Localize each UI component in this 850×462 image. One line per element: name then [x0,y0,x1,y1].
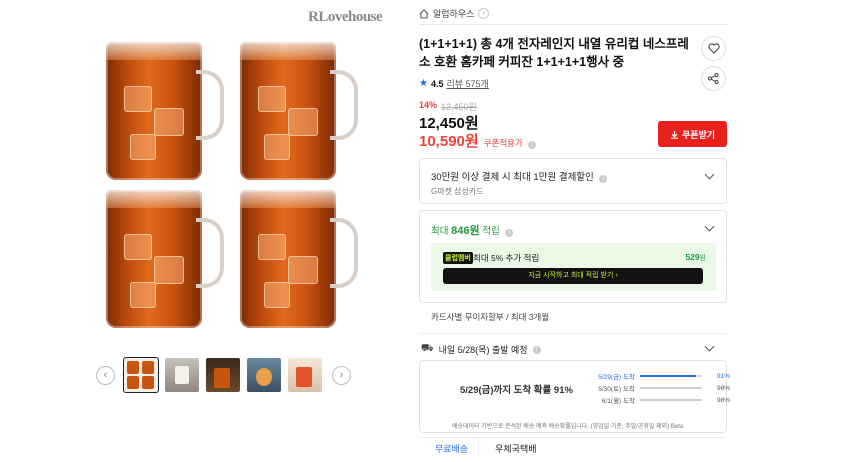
rating-score: 4.5 [430,78,444,89]
divider [419,333,727,334]
gallery-next-button[interactable]: › [332,366,351,385]
thumbnail-2[interactable] [165,358,199,392]
coupon-price-row: 10,590원 쿠폰적용가 i [419,130,536,151]
wishlist-button[interactable] [701,36,726,61]
shipping-header: ⛟ 내일 5/28(목) 출발 예정 i [421,343,541,356]
coupon-download-button[interactable]: 쿠폰받기 [658,121,727,147]
store-name: 알럽하우스 [433,9,475,19]
points-title: 최대 846원 적립 i [431,222,514,238]
club-badge: 클럽멤버 [443,252,473,264]
points-box: 최대 846원 적립 i 클럽멤버 최대 5% 추가 적립 529원 지금 시작… [419,210,727,303]
info-icon[interactable]: i [505,229,514,237]
home-icon [419,8,429,18]
coupon-price-label: 쿠폰적용가 [483,138,523,148]
share-icon [708,73,719,84]
truck-icon: ⛟ [421,343,434,354]
info-icon[interactable]: i [599,175,608,183]
tab-post-office[interactable]: 우체국택배 [479,438,546,457]
info-icon[interactable]: i [532,345,541,354]
mug-image [102,184,224,334]
star-icon: ★ [419,78,428,89]
rating-summary: ★ 4.5 리뷰 575개 [419,77,489,90]
store-link[interactable]: 알럽하우스 › [419,7,490,20]
chevron-down-icon[interactable] [704,221,715,232]
club-text: 최대 5% 추가 적립 [473,253,540,263]
download-icon [670,130,678,139]
mug-image [236,184,358,334]
card-discount-sub: G마켓 삼성카드 [431,187,484,196]
product-title: (1+1+1+1) 총 4개 전자레인지 내열 유리컵 네스프레소 호환 홈카페… [419,37,689,69]
club-member-panel: 클럽멤버 최대 5% 추가 적립 529원 지금 시작하고 최대 적립 받기 › [431,243,716,291]
coupon-price: 10,590원 [419,133,479,150]
main-product-image[interactable] [96,30,364,336]
divider [419,24,727,25]
mug-image [236,36,358,186]
brand-watermark: RLovehouse [308,9,383,25]
shipping-tabs: 무료배송 우체국택배 [419,437,727,457]
delivery-note: 배송데이터 기반으로 분석된 배송 예측 배송확률입니다. (영업일 기준, 주… [452,424,684,430]
chevron-down-icon[interactable] [704,169,715,180]
mug-image [102,36,224,186]
thumbnail-1[interactable] [123,357,159,393]
tab-free-shipping[interactable]: 무료배송 [419,438,480,457]
thumbnail-3[interactable] [206,358,240,392]
probability-row: 5/30(토) 도착 98% [598,384,730,394]
shipping-title: 내일 5/28(목) 출발 예정 [438,345,528,355]
gallery-prev-button[interactable]: ‹ [96,366,115,385]
delivery-probability-box: 5/29(금)까지 도착 확률 91% 5/29(금) 도착 91% 5/30(… [419,360,730,433]
probability-row: 6/1(월) 도착 98% [601,396,730,406]
info-icon[interactable]: i [527,141,536,149]
coupon-button-label: 쿠폰받기 [681,129,716,140]
share-button[interactable] [701,66,726,91]
installment-note: 카드사별 무이자할부 / 최대 3개월 [431,312,550,322]
thumbnail-4[interactable] [247,358,281,392]
chevron-right-icon: › [478,8,490,19]
heart-icon [707,43,720,54]
card-discount-title: 30만원 이상 결제 시 최대 1만원 결제할인 i [431,169,608,183]
delivery-headline: 5/29(금)까지 도착 확률 91% [460,385,573,396]
probability-row: 5/29(금) 도착 91% [598,372,730,382]
review-count-link[interactable]: 리뷰 575개 [446,77,488,90]
club-amount: 529원 [685,252,706,262]
thumbnail-5[interactable] [288,358,322,392]
chevron-down-icon[interactable] [704,341,715,352]
club-cta-button[interactable]: 지금 시작하고 최대 적립 받기 › [443,268,703,284]
card-discount-box[interactable]: 30만원 이상 결제 시 최대 1만원 결제할인 i G마켓 삼성카드 [419,158,727,204]
